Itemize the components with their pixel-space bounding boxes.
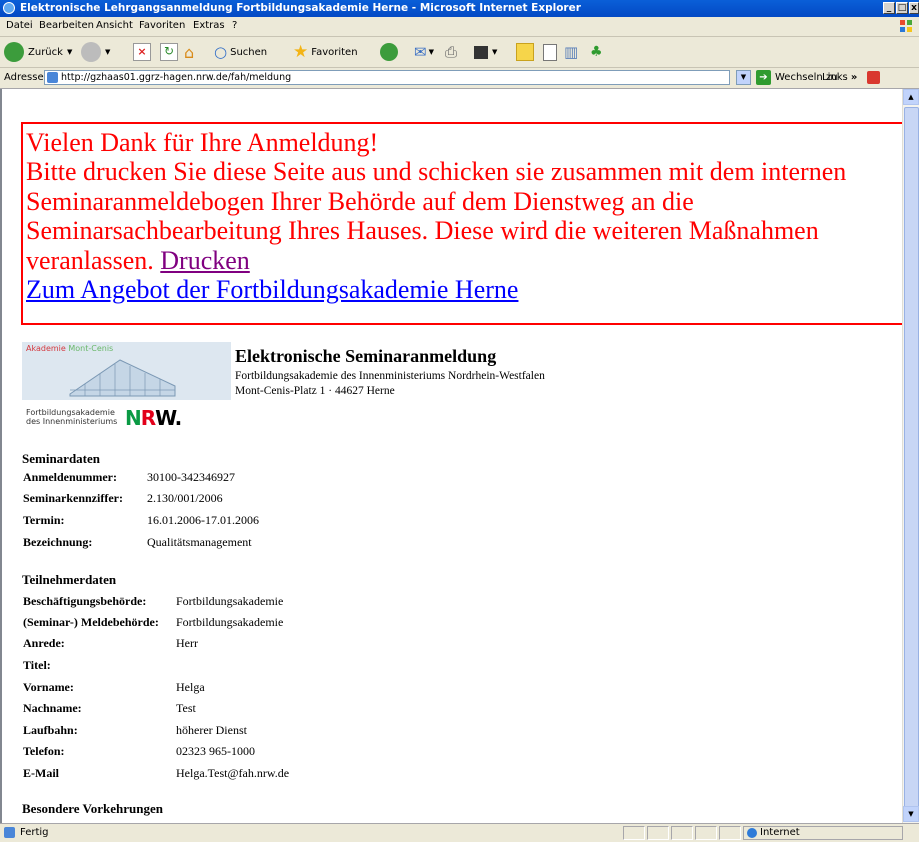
stop-button[interactable]: × (133, 41, 151, 63)
people-icon: ♣ (590, 44, 603, 60)
back-dropdown-icon: ▼ (66, 48, 73, 56)
forward-arrow-icon (81, 42, 101, 62)
status-panel (719, 826, 741, 840)
status-panel (671, 826, 693, 840)
history-icon (380, 43, 398, 61)
logo-bottom: Fortbildungsakademie des Innenministerium… (22, 400, 231, 433)
search-icon: ○ (214, 43, 228, 61)
menu-bearbeiten[interactable]: Bearbeiten (39, 20, 94, 31)
page-icon (543, 43, 557, 61)
mail-icon: ✉ (414, 43, 427, 61)
address-label: Adresse (4, 72, 44, 83)
home-link[interactable]: Zum Angebot der Fortbildungsakademie Her… (26, 275, 518, 304)
menu-bar: Datei Bearbeiten Ansicht Favoriten Extra… (0, 17, 919, 37)
addon-icon[interactable] (867, 71, 880, 84)
page-subtitle: Fortbildungsakademie des Innenministeriu… (235, 370, 545, 397)
logo-fb-text: Fortbildungsakademie des Innenministerium… (26, 408, 118, 426)
building-icon (69, 359, 176, 397)
back-label: Zurück (28, 46, 63, 58)
links-button[interactable]: Links » (822, 72, 857, 83)
mail-button[interactable]: ✉ ▼ (414, 41, 434, 63)
status-bar: Fertig Internet (0, 823, 919, 842)
thanks-text: Vielen Dank für Ihre Anmeldung! (26, 128, 379, 157)
page-content: Vielen Dank für Ihre Anmeldung! Bitte dr… (0, 89, 904, 823)
forward-button[interactable]: ▼ (81, 41, 110, 63)
search-button[interactable]: ○ Suchen (214, 41, 267, 63)
research-button[interactable]: ▥ (564, 41, 578, 63)
history-button[interactable] (380, 41, 398, 63)
favorites-label: Favoriten (311, 46, 358, 58)
print-link[interactable]: Drucken (160, 246, 250, 275)
vertical-scrollbar[interactable]: ▲ ▼ (902, 89, 919, 823)
refresh-icon: ↻ (160, 43, 178, 61)
menu-help[interactable]: ? (232, 20, 237, 31)
scroll-up-icon[interactable]: ▲ (903, 89, 919, 105)
chevron-right-icon: » (850, 72, 858, 83)
status-panel (623, 826, 645, 840)
menu-extras[interactable]: Extras (193, 20, 225, 31)
window-titlebar: Elektronische Lehrgangsanmeldung Fortbil… (0, 0, 919, 17)
menu-datei[interactable]: Datei (6, 20, 33, 31)
page-icon (47, 72, 58, 83)
security-zone: Internet (743, 826, 903, 840)
messenger-button[interactable] (543, 41, 557, 63)
address-bar: Adresse ▼ ➔ Wechseln zu Links » (0, 68, 919, 89)
scroll-down-icon[interactable]: ▼ (903, 806, 919, 822)
research-icon: ▥ (564, 43, 579, 61)
people-button[interactable]: ♣ (590, 41, 603, 63)
maximize-button[interactable]: □ (896, 2, 908, 14)
window-title: Elektronische Lehrgangsanmeldung Fortbil… (20, 2, 581, 14)
instruction-text: Bitte drucken Sie diese Seite aus und sc… (26, 157, 847, 275)
page-icon (4, 827, 15, 838)
stop-icon: × (133, 43, 151, 61)
address-dropdown-icon[interactable]: ▼ (736, 70, 751, 85)
scroll-thumb[interactable] (904, 107, 919, 819)
participant-heading: Teilnehmerdaten (22, 572, 117, 587)
globe-icon (747, 828, 757, 838)
status-text: Fertig (20, 827, 49, 838)
edit-button[interactable]: ▼ (474, 41, 497, 63)
confirmation-box: Vielen Dank für Ihre Anmeldung! Bitte dr… (21, 122, 904, 325)
close-button[interactable]: x (909, 2, 919, 14)
forward-dropdown-icon: ▼ (105, 48, 111, 56)
home-button[interactable]: ⌂ (184, 41, 194, 63)
search-label: Suchen (230, 46, 268, 58)
back-button[interactable]: Zurück ▼ (4, 41, 72, 63)
go-arrow-icon[interactable]: ➔ (756, 70, 771, 85)
discuss-button[interactable] (516, 41, 534, 63)
address-input[interactable] (61, 71, 721, 84)
print-icon: ⎙ (445, 43, 458, 61)
status-panel (695, 826, 717, 840)
standard-toolbar: Zurück ▼ ▼ × ↻ ⌂ ○ Suchen ★ Favoriten ✉ … (0, 37, 919, 68)
edit-dropdown-icon: ▼ (492, 48, 498, 56)
links-label: Links (822, 72, 848, 83)
address-field[interactable] (44, 70, 730, 85)
page-title: Elektronische Seminaranmeldung (235, 346, 497, 366)
favorites-star-icon: ★ (293, 42, 309, 62)
logo-akademie-text: Akademie Mont-Cenis (26, 344, 114, 353)
seminar-heading: Seminardaten (22, 451, 100, 466)
windows-logo-icon (900, 20, 912, 32)
back-arrow-icon (4, 42, 24, 62)
special-heading: Besondere Vorkehrungen (22, 801, 163, 816)
confirmation-message: Vielen Dank für Ihre Anmeldung! Bitte dr… (26, 128, 904, 304)
refresh-button[interactable]: ↻ (160, 41, 178, 63)
menu-favoriten[interactable]: Favoriten (139, 20, 185, 31)
menu-ansicht[interactable]: Ansicht (96, 20, 133, 31)
favorites-button[interactable]: ★ Favoriten (293, 41, 358, 63)
print-button[interactable]: ⎙ (445, 41, 457, 63)
notes-icon (516, 43, 534, 61)
edit-icon (474, 45, 488, 59)
home-icon: ⌂ (184, 42, 195, 62)
nrw-logo: NRW. (125, 406, 182, 430)
mail-dropdown-icon: ▼ (428, 48, 434, 56)
academy-logo: Akademie Mont-Cenis Fortbildungsakademie… (22, 342, 231, 433)
status-panel (647, 826, 669, 840)
ie-app-icon (3, 2, 15, 14)
minimize-button[interactable]: _ (883, 2, 895, 14)
